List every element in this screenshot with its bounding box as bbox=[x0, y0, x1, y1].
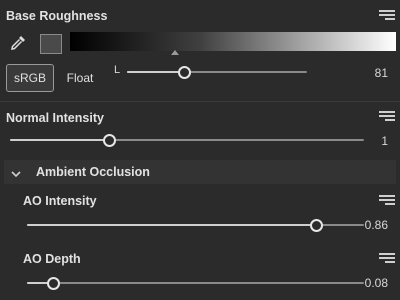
ao-intensity-value[interactable]: 0.86 bbox=[338, 218, 388, 232]
roughness-slider-handle[interactable] bbox=[178, 65, 192, 79]
roughness-slider[interactable] bbox=[127, 65, 307, 79]
luminance-gradient-bar[interactable] bbox=[70, 32, 396, 51]
channel-label: L bbox=[114, 64, 121, 76]
chevron-down-icon[interactable] bbox=[11, 167, 21, 178]
float-mode-button[interactable]: Float bbox=[56, 64, 104, 92]
ao-intensity-label: AO Intensity bbox=[23, 194, 97, 208]
normal-intensity-slider[interactable] bbox=[10, 133, 364, 147]
options-menu-icon[interactable] bbox=[379, 253, 395, 267]
srgb-mode-button[interactable]: sRGB bbox=[6, 64, 54, 92]
options-menu-icon[interactable] bbox=[379, 111, 395, 125]
normal-intensity-value[interactable]: 1 bbox=[340, 134, 388, 148]
normal-intensity-slider-handle[interactable] bbox=[102, 133, 116, 147]
gradient-marker[interactable] bbox=[171, 50, 179, 55]
options-menu-icon[interactable] bbox=[379, 195, 395, 209]
ao-depth-value[interactable]: 0.08 bbox=[338, 276, 388, 290]
ao-depth-label: AO Depth bbox=[23, 252, 81, 266]
ambient-occlusion-title[interactable]: Ambient Occlusion bbox=[36, 165, 150, 179]
ao-intensity-slider-handle[interactable] bbox=[310, 218, 324, 232]
options-menu-icon[interactable] bbox=[379, 10, 395, 24]
base-roughness-label: Base Roughness bbox=[6, 9, 108, 23]
normal-intensity-label: Normal Intensity bbox=[6, 111, 104, 125]
ao-intensity-slider[interactable] bbox=[27, 218, 364, 232]
divider bbox=[0, 101, 400, 102]
roughness-value[interactable]: 81 bbox=[340, 66, 388, 80]
ao-depth-slider-handle[interactable] bbox=[47, 276, 61, 290]
ao-depth-slider[interactable] bbox=[27, 276, 364, 290]
color-swatch[interactable] bbox=[40, 34, 62, 54]
eyedropper-icon[interactable] bbox=[9, 34, 27, 52]
